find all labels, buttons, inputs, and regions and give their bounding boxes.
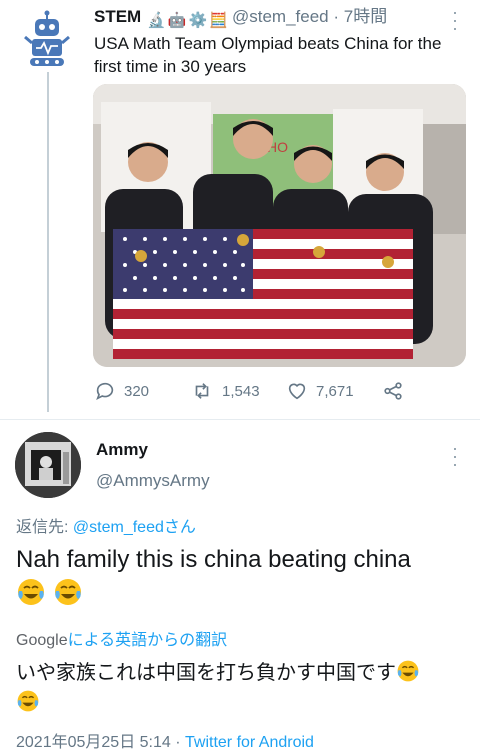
reply-more-options-icon[interactable]: · · ·: [448, 439, 462, 473]
heart-icon: [288, 383, 306, 400]
retweet-action[interactable]: 1,543: [190, 380, 260, 402]
more-options-icon[interactable]: · · ·: [448, 3, 462, 37]
replying-prefix: 返信先:: [16, 519, 73, 536]
meta-separator: ·: [170, 734, 185, 751]
reply-count: 320: [124, 382, 150, 400]
parent-tweet-text: USA Math Team Olympiad beats China for t…: [94, 34, 442, 76]
share-icon: [384, 382, 402, 400]
ammy-avatar[interactable]: [15, 432, 81, 498]
translation-attribution[interactable]: Googleによる英語からの翻訳: [16, 626, 227, 650]
tweet-metadata: 2021年05月25日 5:14 · Twitter for Android: [16, 728, 314, 752]
reply-text: Nah family this is china beating china: [16, 546, 411, 573]
translated-text: いや家族これは中国を打ち負かす中国です: [16, 662, 396, 684]
tweet-date[interactable]: 2021年05月25日 5:14: [16, 734, 171, 751]
reply-author-handle[interactable]: @AmmysArmy: [96, 471, 210, 491]
crying-laughing-emoji: [18, 579, 44, 605]
reply-author-name[interactable]: Ammy: [96, 440, 148, 460]
tweet-source-link[interactable]: Twitter for Android: [185, 734, 314, 751]
retweet-count: 1,543: [222, 382, 260, 400]
translated-text-block: いや家族これは中国を打ち負かす中国です: [16, 658, 471, 718]
microscope-emoji: 🔬: [147, 12, 166, 29]
parent-tweet-header: STEM 🔬 🤖 ⚙️ 🧮 @stem_feed · 7時間: [94, 6, 387, 32]
avatar-image: [15, 432, 81, 498]
reply-action[interactable]: 320: [94, 380, 149, 402]
replying-suffix: さん: [163, 519, 196, 536]
author-handle[interactable]: @stem_feed: [232, 7, 329, 26]
team-with-flag-image: ICHO: [93, 84, 466, 367]
share-action[interactable]: [382, 380, 404, 402]
google-logo-text: Google: [16, 632, 68, 649]
like-count: 7,671: [316, 382, 354, 400]
retweet-icon: [195, 383, 209, 399]
reply-text-block: Nah family this is china beating china: [16, 543, 471, 612]
crying-laughing-emoji: [54, 579, 81, 605]
like-action[interactable]: 7,671: [286, 380, 354, 402]
translation-label: による英語からの翻訳: [67, 632, 228, 649]
author-name-emojis: 🔬 🤖 ⚙️ 🧮: [147, 10, 228, 32]
robot-icon: [24, 10, 70, 66]
replying-to-link[interactable]: @stem_feed: [73, 519, 164, 536]
tweet-actions: 320 1,543 7,671: [94, 380, 414, 404]
time-separator: ·: [333, 7, 340, 26]
abacus-emoji: 🧮: [209, 12, 228, 29]
tweet-time[interactable]: 7時間: [344, 7, 387, 26]
crying-laughing-emoji: [17, 690, 39, 712]
gear-emoji: ⚙️: [188, 12, 208, 29]
author-name[interactable]: STEM: [94, 7, 141, 26]
stem-robot-avatar[interactable]: [22, 10, 72, 68]
replying-to: 返信先: @stem_feedさん: [16, 513, 196, 537]
reply-icon: [96, 382, 114, 401]
tweet-photo[interactable]: ICHO: [93, 84, 466, 367]
crying-laughing-emoji: [397, 660, 419, 682]
divider: [0, 419, 480, 420]
thread-line: [47, 72, 49, 412]
robot-emoji: 🤖: [167, 12, 187, 29]
